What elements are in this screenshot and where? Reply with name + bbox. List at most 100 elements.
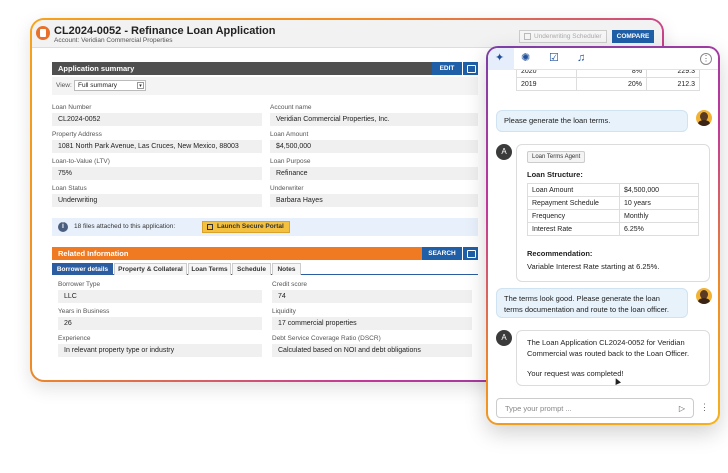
search-button[interactable]: SEARCH <box>422 247 462 260</box>
table-cell: Repayment Schedule <box>527 196 620 210</box>
loan-number-label: Loan Number <box>52 104 92 111</box>
more-icon[interactable]: ⋮ <box>700 403 709 412</box>
related-information-header: Related Information SEARCH <box>52 247 478 260</box>
credit-score-label: Credit score <box>272 281 308 288</box>
chat-toolbar: ✦ ✺ ☑ ♫ ⋮ <box>488 48 718 70</box>
account-name-label: Account name <box>270 104 312 111</box>
user-avatar <box>696 110 712 126</box>
tab-loan-terms[interactable]: Loan Terms <box>188 263 231 275</box>
recommendation-title: Recommendation: <box>527 249 593 258</box>
loan-number-value: CL2024-0052 <box>52 113 262 126</box>
bell-icon: ♫ <box>577 52 586 64</box>
files-attached-row: i 18 files attached to this application:… <box>52 218 478 236</box>
send-icon[interactable]: ▷ <box>679 404 685 413</box>
view-select[interactable]: Full summary ▾ <box>74 80 146 91</box>
calendar-icon <box>524 33 531 40</box>
table-cell: 10 years <box>619 196 699 210</box>
files-attached-text: 18 files attached to this application: <box>74 223 176 230</box>
tab-notes[interactable]: Notes <box>272 263 301 275</box>
tab-property-collateral[interactable]: Property & Collateral <box>114 263 187 275</box>
liquidity-label: Liquidity <box>272 308 296 315</box>
user-message: Please generate the loan terms. <box>496 110 688 132</box>
user-message-line: terms documentation and route to the loa… <box>504 305 669 314</box>
account-subtitle: Account: Veridian Commercial Properties <box>54 37 173 44</box>
table-row: Repayment Schedule 10 years <box>527 196 699 210</box>
liquidity-value: 17 commercial properties <box>272 317 472 330</box>
agent-message: Loan Terms Agent Loan Structure: Loan Am… <box>516 144 710 282</box>
notifications-tab[interactable]: ♫ <box>570 48 596 70</box>
launch-secure-portal-label: Launch Secure Portal <box>217 223 284 230</box>
prompt-placeholder: Type your prompt ... <box>505 404 572 413</box>
loan-amount-label: Loan Amount <box>270 131 309 138</box>
settings-tab[interactable]: ✺ <box>514 48 540 70</box>
print-icon[interactable] <box>462 62 478 75</box>
loan-structure-table: Loan Amount $4,500,000 Repayment Schedul… <box>527 183 699 236</box>
loan-amount-value: $4,500,000 <box>270 140 478 153</box>
underwriting-scheduler-label: Underwriting Scheduler <box>534 33 602 40</box>
ltv-value: 75% <box>52 167 262 180</box>
table-cell: Monthly <box>619 209 699 223</box>
table-row: Interest Rate 6.25% <box>527 222 699 236</box>
related-information-title: Related Information <box>58 249 129 258</box>
app-logo-icon <box>36 26 50 40</box>
years-in-business-value: 26 <box>58 317 262 330</box>
view-selector-row: View: Full summary ▾ <box>52 77 478 95</box>
compare-button[interactable]: COMPARE <box>612 30 654 43</box>
table-cell: Interest Rate <box>527 222 620 236</box>
underwriter-label: Underwriter <box>270 185 304 192</box>
table-cell: Frequency <box>527 209 620 223</box>
more-icon[interactable]: ⋮ <box>700 53 712 65</box>
recommendation-text: Variable Interest Rate starting at 6.25%… <box>527 262 660 271</box>
print-icon[interactable] <box>462 247 478 260</box>
agent-badge: Loan Terms Agent <box>527 151 586 163</box>
tab-borrower-details[interactable]: Borrower details <box>52 263 113 275</box>
loan-purpose-value: Refinance <box>270 167 478 180</box>
table-cell: $4,500,000 <box>619 183 699 197</box>
property-address-label: Property Address <box>52 131 102 138</box>
settings-icon: ✺ <box>521 52 531 64</box>
window-header: CL2024-0052 - Refinance Loan Application… <box>32 20 662 48</box>
credit-score-value: 74 <box>272 290 472 303</box>
agent-avatar: A <box>496 330 512 346</box>
user-avatar <box>696 288 712 304</box>
underwriting-scheduler-button[interactable]: Underwriting Scheduler <box>519 30 607 43</box>
loan-status-label: Loan Status <box>52 185 87 192</box>
application-summary-title: Application summary <box>58 64 135 73</box>
borrower-type-label: Borrower Type <box>58 281 101 288</box>
external-link-icon <box>207 224 213 230</box>
table-row: Loan Amount $4,500,000 <box>527 183 699 197</box>
view-label: View: <box>56 82 72 89</box>
loan-status-value: Underwriting <box>52 194 262 207</box>
dscr-label: Debt Service Coverage Ratio (DSCR) <box>272 335 381 342</box>
years-in-business-label: Years in Business <box>58 308 110 315</box>
underwriter-value: Barbara Hayes <box>270 194 478 207</box>
loan-purpose-label: Loan Purpose <box>270 158 311 165</box>
table-cell: 6.25% <box>619 222 699 236</box>
checklist-tab[interactable]: ☑ <box>542 48 568 70</box>
agent-message-line: Your request was completed! <box>527 369 624 378</box>
table-row: 2019 20% 212.3 <box>516 77 700 91</box>
user-message-line: The terms look good. Please generate the… <box>504 294 660 303</box>
view-select-value: Full summary <box>78 82 118 89</box>
edit-button[interactable]: EDIT <box>432 62 462 75</box>
borrower-type-value: LLC <box>58 290 262 303</box>
user-message: The terms look good. Please generate the… <box>496 288 688 318</box>
sparkle-tab[interactable]: ✦ <box>488 48 514 70</box>
ltv-label: Loan-to-Value (LTV) <box>52 158 110 165</box>
table-cell: Loan Amount <box>527 183 620 197</box>
launch-secure-portal-button[interactable]: Launch Secure Portal <box>202 221 290 233</box>
table-cell: 212.3 <box>646 77 700 91</box>
agent-message-line: Commercial was routed back to the Loan O… <box>527 349 690 358</box>
agent-avatar: A <box>496 144 512 160</box>
agent-message: The Loan Application CL2024-0052 for Ver… <box>516 330 710 386</box>
tab-schedule[interactable]: Schedule <box>232 263 271 275</box>
loan-structure-title: Loan Structure: <box>527 170 583 179</box>
property-address-value: 1081 North Park Avenue, Las Cruces, New … <box>52 140 262 153</box>
prompt-input[interactable]: Type your prompt ... ▷ <box>496 398 694 418</box>
dropdown-arrow-icon: ▾ <box>137 82 144 89</box>
experience-value: In relevant property type or industry <box>58 344 262 357</box>
page-title: CL2024-0052 - Refinance Loan Application <box>54 25 276 37</box>
checklist-icon: ☑ <box>549 52 559 64</box>
ai-chat-panel: ✦ ✺ ☑ ♫ ⋮ 2020 8% 229.3 2019 20% 212.3 P… <box>486 46 720 425</box>
dscr-value: Calculated based on NOI and debt obligat… <box>272 344 472 357</box>
